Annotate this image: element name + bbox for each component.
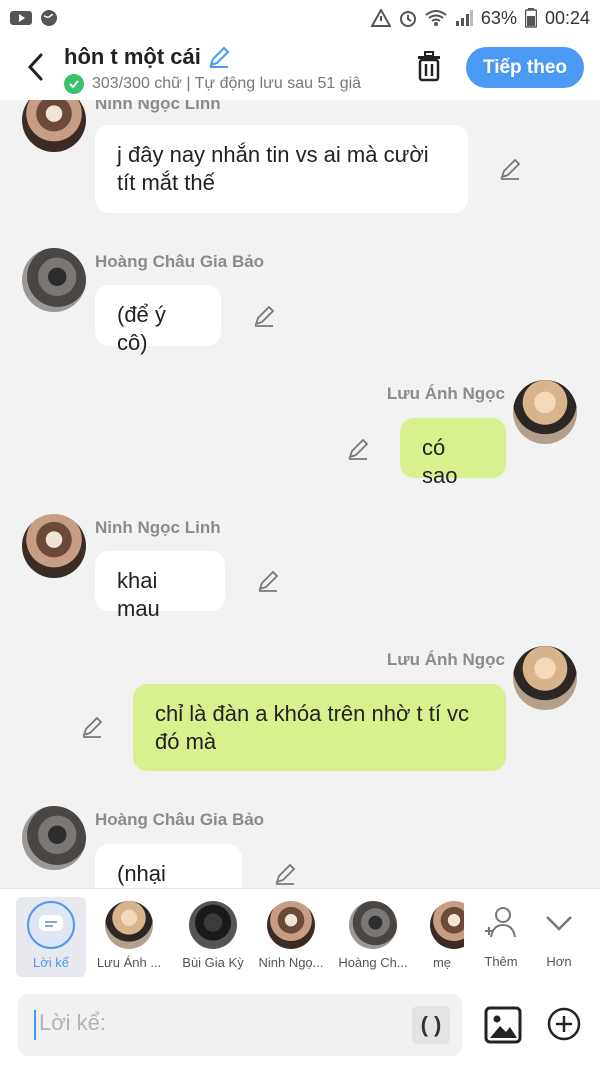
- message-bubble[interactable]: (nhại theo): [95, 844, 242, 888]
- chevron-down-icon: [546, 916, 572, 931]
- text-caret: [34, 1010, 36, 1040]
- battery-percent: 63%: [480, 7, 517, 28]
- narration-input[interactable]: Lời kể: ( ): [18, 994, 462, 1056]
- sender-name: Hoàng Châu Gia Bảo: [95, 810, 265, 829]
- message-bubble[interactable]: (để ý cô): [95, 285, 221, 355]
- character-picker: Lời kể Lưu Ánh ... Bùi Gia Kỳ Ninh Ngọ..…: [0, 888, 600, 985]
- sender-name: Ninh Ngọc Linh: [95, 518, 221, 537]
- status-right: 63% 00:24: [370, 7, 590, 29]
- message-bubble[interactable]: có sao: [400, 418, 506, 488]
- message-bubble[interactable]: khai mau: [95, 551, 225, 621]
- check-icon: [64, 74, 84, 94]
- avatar: [189, 901, 237, 949]
- more-button[interactable]: Hơn: [524, 897, 594, 977]
- edit-icon[interactable]: [346, 437, 370, 461]
- word-count-status: 303/300 chữ | Tự động lưu sau 51 giâ: [64, 74, 390, 94]
- edit-title-icon[interactable]: [207, 45, 231, 69]
- add-person-icon: [485, 907, 516, 938]
- battery-icon: [524, 8, 537, 28]
- picker-character[interactable]: Bùi Gia Kỳ: [178, 897, 248, 977]
- avatar[interactable]: [22, 100, 86, 152]
- avatar[interactable]: [513, 380, 577, 444]
- plus-circle-icon: [547, 1007, 581, 1041]
- status-left: [10, 9, 58, 27]
- picker-label: Hoàng Ch...: [338, 955, 408, 970]
- back-button[interactable]: [22, 50, 48, 84]
- wifi-icon: [425, 10, 447, 26]
- alarm-icon: [399, 11, 416, 27]
- message-bubble[interactable]: j đây nay nhắn tin vs ai mà cười tít mắt…: [95, 125, 468, 213]
- avatar: [430, 901, 464, 949]
- edit-icon[interactable]: [252, 304, 276, 328]
- narration-icon: [27, 901, 75, 949]
- sender-name: Lưu Ánh Ngọc: [386, 650, 505, 669]
- avatar[interactable]: [513, 646, 577, 710]
- edit-icon[interactable]: [273, 862, 297, 886]
- message-bubble[interactable]: chỉ là đàn a khóa trên nhờ t tí vc đó mà: [133, 684, 506, 771]
- story-title-text: hôn t một cái: [64, 44, 201, 69]
- sender-name: Ninh Ngọc Linh: [95, 100, 221, 113]
- picker-label: Lưu Ánh ...: [96, 955, 162, 970]
- input-placeholder: Lời kể:: [39, 1010, 107, 1035]
- sender-name: Hoàng Châu Gia Bảo: [95, 252, 265, 271]
- editor-header: hôn t một cái 303/300 chữ | Tự động lưu …: [0, 36, 600, 100]
- edit-icon[interactable]: [256, 569, 280, 593]
- chat-thread[interactable]: Ninh Ngọc Linh j đây nay nhắn tin vs ai …: [0, 100, 600, 888]
- parentheses-button[interactable]: ( ): [412, 1006, 450, 1044]
- picker-label: Hơn: [546, 954, 572, 969]
- add-button[interactable]: [546, 1006, 582, 1042]
- image-icon: [484, 1006, 522, 1044]
- avatar[interactable]: [22, 248, 86, 312]
- picker-character[interactable]: Lưu Ánh ...: [94, 897, 164, 977]
- delete-button[interactable]: [414, 50, 444, 84]
- word-count-text: 303/300 chữ | Tự động lưu sau 51 giâ: [92, 75, 362, 92]
- clock: 00:24: [544, 7, 590, 28]
- status-bar: 63% 00:24: [0, 0, 600, 36]
- image-button[interactable]: [484, 1006, 522, 1044]
- sender-name: Lưu Ánh Ngọc: [386, 384, 505, 403]
- edit-icon[interactable]: [80, 715, 104, 739]
- picker-character[interactable]: mẹ: [420, 897, 464, 977]
- globe-icon: [41, 10, 57, 26]
- picker-label: Ninh Ngọ...: [258, 955, 324, 970]
- picker-label: Lời kể: [33, 955, 69, 970]
- signal-icon: [455, 10, 473, 26]
- picker-character[interactable]: Hoàng Ch...: [338, 897, 408, 977]
- next-button[interactable]: Tiếp theo: [466, 47, 584, 88]
- avatar: [267, 901, 315, 949]
- avatar: [349, 901, 397, 949]
- picker-character[interactable]: Ninh Ngọ...: [256, 897, 326, 977]
- input-bar: Lời kể: ( ): [0, 984, 600, 1067]
- picker-label: Bùi Gia Kỳ: [182, 955, 244, 970]
- edit-icon[interactable]: [498, 157, 522, 181]
- story-title[interactable]: hôn t một cái: [64, 44, 231, 70]
- trash-icon: [418, 51, 440, 82]
- chevron-left-icon: [27, 53, 43, 81]
- youtube-icon: [10, 11, 32, 25]
- picker-label: mẹ: [432, 955, 452, 970]
- sync-warning-icon: [370, 9, 391, 27]
- picker-narration[interactable]: Lời kể: [16, 897, 86, 977]
- avatar[interactable]: [22, 514, 86, 578]
- avatar: [105, 901, 153, 949]
- avatar[interactable]: [22, 806, 86, 870]
